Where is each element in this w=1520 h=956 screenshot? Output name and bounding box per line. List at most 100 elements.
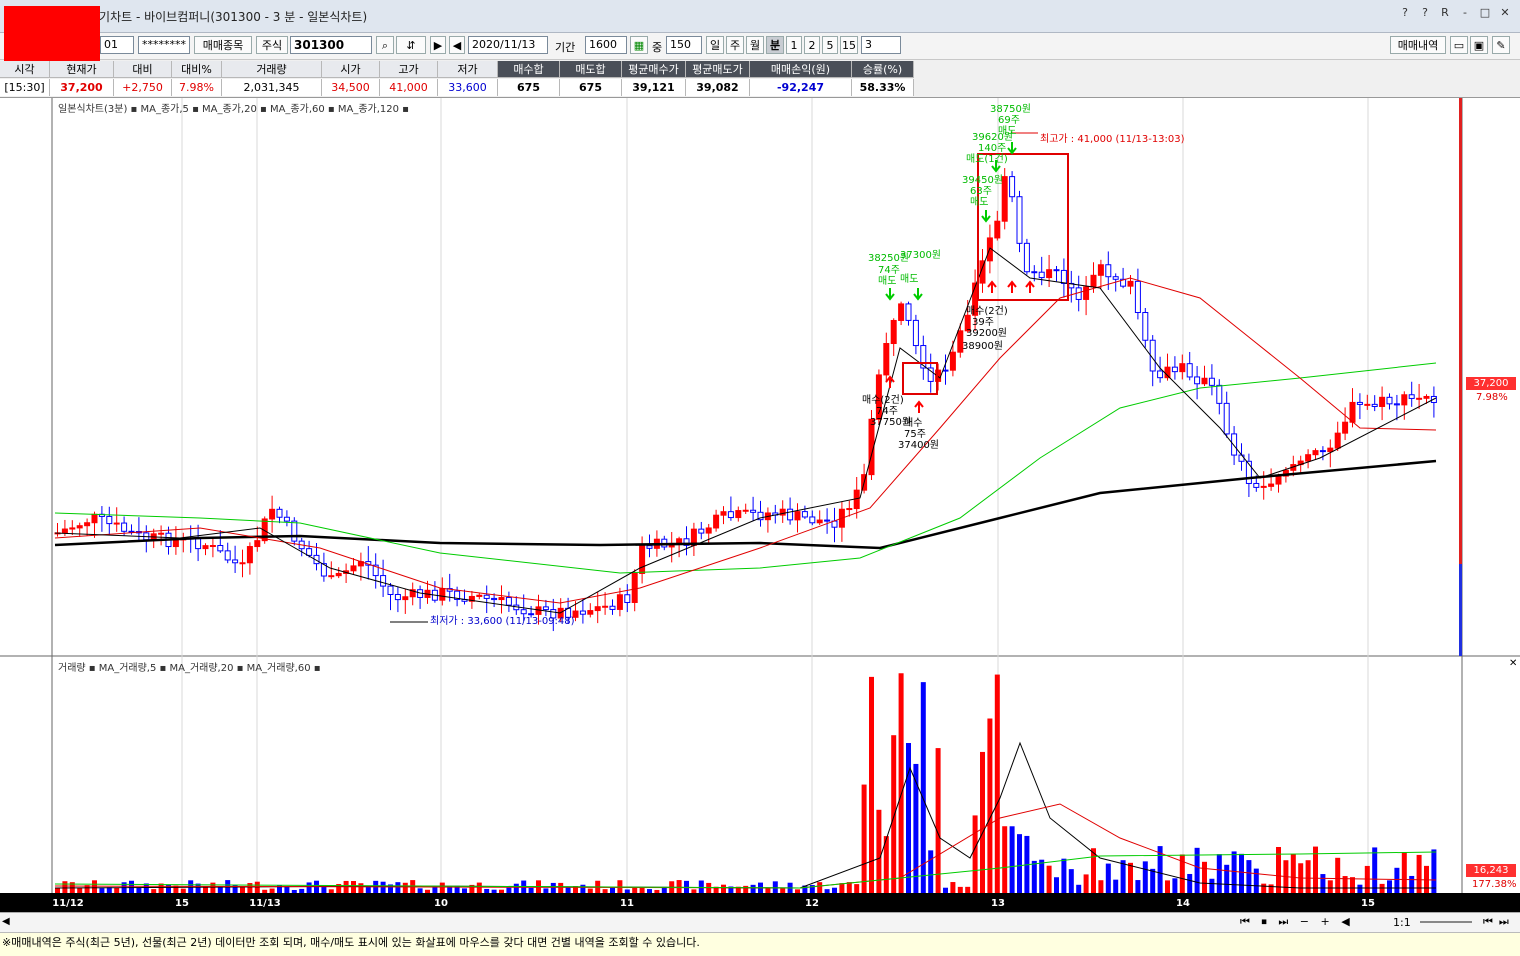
folder-icon[interactable]: ▭ xyxy=(1450,36,1468,54)
search-icon[interactable]: ⌕ xyxy=(376,36,394,54)
volume-bar-183 xyxy=(1409,875,1415,893)
candle-body-45 xyxy=(387,585,394,595)
cycle-1[interactable]: 1 xyxy=(786,36,802,54)
candle-body-112 xyxy=(883,343,890,376)
volume-bar-90 xyxy=(721,884,726,893)
cycle-minute[interactable]: 분 xyxy=(766,36,784,54)
x-tick-label-3: 10 xyxy=(434,898,448,909)
candle-body-3 xyxy=(76,525,83,529)
candle-body-104 xyxy=(824,519,831,522)
candle-body-8 xyxy=(113,522,120,525)
quote-value-13: 58.33% xyxy=(852,79,914,96)
volume-bar-128 xyxy=(1002,826,1008,893)
candle-body-156 xyxy=(1208,377,1215,386)
candle-body-159 xyxy=(1231,433,1238,456)
maximize-button[interactable]: □ xyxy=(1478,6,1492,20)
period-input[interactable]: 1600 xyxy=(585,36,627,54)
volume-bar-50 xyxy=(425,889,430,893)
volume-bar-29 xyxy=(269,888,275,893)
scroll-left-icon[interactable]: ◀ xyxy=(2,916,10,927)
market-select[interactable]: 주식 xyxy=(256,36,288,54)
candle-body-52 xyxy=(439,588,446,601)
sell-arrow-1 xyxy=(913,288,923,301)
quote-value-9: 675 xyxy=(560,79,622,96)
volume-bar-104 xyxy=(824,889,830,893)
cycle-week[interactable]: 주 xyxy=(726,36,744,54)
candle-body-22 xyxy=(217,545,224,552)
candle-body-136 xyxy=(1060,269,1067,284)
candle-body-61 xyxy=(505,597,512,606)
volume-bar-62 xyxy=(513,883,519,893)
price-volume-chart[interactable]: 11/12 15 11/13 10 11 12 13 14 1538250원74주매도37300… xyxy=(0,98,1520,913)
zoom-slider[interactable] xyxy=(1420,921,1472,923)
volume-bar-67 xyxy=(550,882,556,893)
candle-body-132 xyxy=(1031,271,1038,274)
volume-bar-147 xyxy=(1142,861,1148,893)
ma60-line xyxy=(54,362,1437,574)
sort-icon[interactable]: ⇵ xyxy=(396,36,426,54)
candle-body-176 xyxy=(1356,401,1363,405)
window-controls: ? ? R - □ ✕ xyxy=(1398,6,1512,20)
cycle-2[interactable]: 2 xyxy=(804,36,820,54)
help-icon[interactable]: ? xyxy=(1398,6,1412,20)
volume-bar-41 xyxy=(358,883,364,893)
cycle-5[interactable]: 5 xyxy=(822,36,838,54)
playback-controls[interactable]: ⏮ ⏹ ⏭ − + ◀ xyxy=(1240,915,1354,929)
volume-bar-86 xyxy=(691,889,697,893)
volume-bar-68 xyxy=(558,882,564,893)
minimize-button[interactable]: - xyxy=(1458,6,1472,20)
count-input[interactable]: 150 xyxy=(666,36,702,54)
volume-bar-108 xyxy=(854,884,860,893)
quote-header-11: 평균매도가 xyxy=(686,61,750,78)
cycle-custom-select[interactable]: 3 xyxy=(861,36,901,54)
refresh-icon[interactable]: R xyxy=(1438,6,1452,20)
password-field[interactable]: ******** xyxy=(138,36,190,54)
prev-icon[interactable]: ◀ xyxy=(449,36,465,54)
candle-body-151 xyxy=(1171,366,1178,373)
low-price-label: 최저가 : 33,600 (11/13-09:48) xyxy=(430,616,575,627)
candle-body-131 xyxy=(1023,242,1030,273)
volume-bar-25 xyxy=(240,887,245,893)
candle-body-134 xyxy=(1046,269,1053,279)
candle-body-25 xyxy=(239,562,246,565)
info-icon[interactable]: ? xyxy=(1418,6,1432,20)
sell-annotation-10: 매도(1건) xyxy=(966,153,1008,165)
candle-body-20 xyxy=(202,545,209,550)
cycle-15[interactable]: 15 xyxy=(840,36,858,54)
volume-bar-140 xyxy=(1091,848,1096,893)
volume-bar-52 xyxy=(439,882,445,893)
scroll-end-icons[interactable]: ⏮⏭ xyxy=(1483,915,1515,929)
volume-bar-79 xyxy=(639,887,645,893)
candle-body-175 xyxy=(1349,401,1356,423)
zoom-ratio: 1:1 xyxy=(1393,916,1411,929)
cycle-day[interactable]: 일 xyxy=(706,36,724,54)
date-input[interactable]: 2020/11/13 xyxy=(468,36,548,54)
last-price-tag: 37,200 xyxy=(1466,377,1516,390)
buy-annotation-4: 75주 xyxy=(904,429,926,440)
candle-body-147 xyxy=(1142,312,1149,341)
close-button[interactable]: ✕ xyxy=(1498,6,1512,20)
volume-bar-119 xyxy=(935,748,941,893)
volume-bar-124 xyxy=(972,815,978,893)
history-button[interactable]: 매매내역 xyxy=(1390,36,1446,54)
settings-icon[interactable]: ✎ xyxy=(1492,36,1510,54)
volume-bar-151 xyxy=(1172,878,1178,893)
candle-body-72 xyxy=(587,610,594,615)
candle-body-157 xyxy=(1216,384,1223,404)
candle-body-24 xyxy=(232,559,239,564)
close-pane-icon[interactable]: ✕ xyxy=(1509,658,1517,669)
volume-bar-98 xyxy=(780,887,786,893)
candle-body-154 xyxy=(1194,376,1201,385)
chart-area[interactable]: 11/12 15 11/13 10 11 12 13 14 15 38250원 74주 매도 37300… xyxy=(0,97,1520,913)
next-icon[interactable]: ▶ xyxy=(430,36,446,54)
items-button[interactable]: 매매종목 xyxy=(194,36,252,54)
sell-annotation-3: 37300원 xyxy=(900,249,941,261)
cycle-month[interactable]: 월 xyxy=(746,36,764,54)
volume-bar-127 xyxy=(994,674,1000,893)
scrollbar[interactable]: ◀ ⏮ ⏹ ⏭ − + ◀ 1:1 ⏮⏭ xyxy=(0,912,1520,933)
save-icon[interactable]: ▣ xyxy=(1470,36,1488,54)
volume-bar-134 xyxy=(1046,865,1052,893)
account-select[interactable]: 01 xyxy=(100,36,134,54)
grid-icon[interactable]: ▦ xyxy=(630,36,648,54)
code-input[interactable]: 301300 xyxy=(290,36,372,54)
